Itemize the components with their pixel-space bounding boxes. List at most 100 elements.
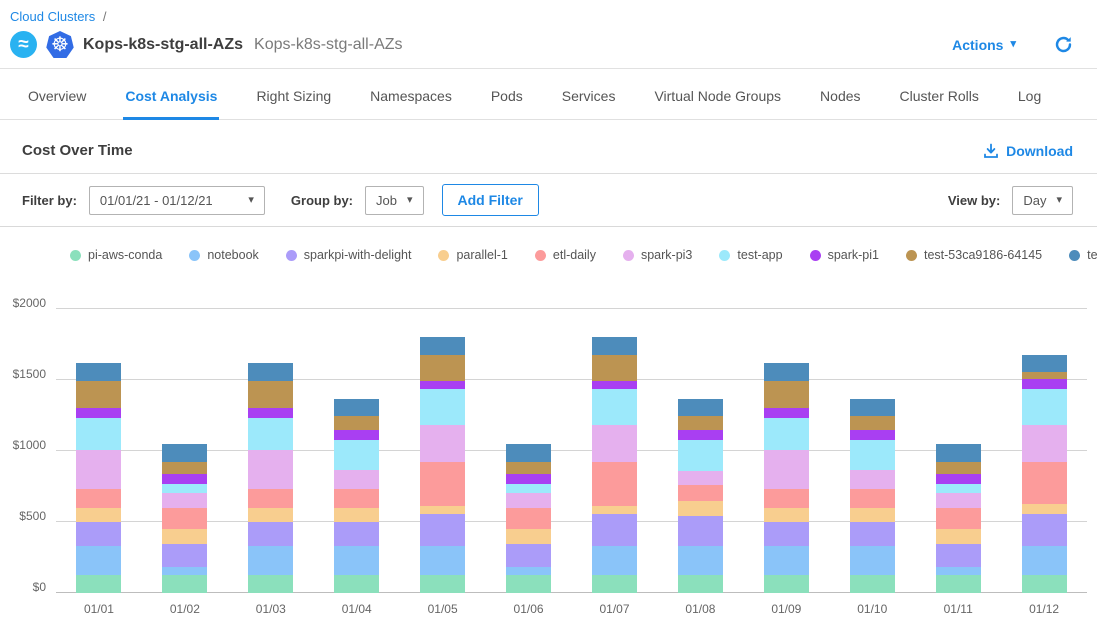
bar-segment-sparkpi-with-delight[interactable] [764, 522, 809, 546]
bar-segment-test-pkix[interactable] [334, 399, 379, 417]
bar-segment-test-app[interactable] [420, 389, 465, 425]
bar-segment-spark-pi3[interactable] [1022, 425, 1067, 462]
legend-item-spark-pi1[interactable]: spark-pi1 [810, 248, 879, 262]
bar-segment-test-53ca9186-64145[interactable] [248, 381, 293, 409]
bar-segment-test-53ca9186-64145[interactable] [850, 416, 895, 429]
bar-segment-test-53ca9186-64145[interactable] [936, 462, 981, 474]
tab-virtual-node-groups[interactable]: Virtual Node Groups [652, 69, 783, 120]
bar-segment-notebook[interactable] [162, 567, 207, 574]
tab-cluster-rolls[interactable]: Cluster Rolls [898, 69, 981, 120]
bar-segment-spark-pi1[interactable] [334, 430, 379, 440]
bar-segment-pi-aws-conda[interactable] [850, 575, 895, 593]
bar-segment-etl-daily[interactable] [1022, 462, 1067, 505]
bar-segment-spark-pi3[interactable] [678, 471, 723, 485]
bar-segment-spark-pi1[interactable] [850, 430, 895, 440]
bar-segment-test-app[interactable] [678, 440, 723, 471]
bar-segment-spark-pi1[interactable] [420, 381, 465, 388]
bar-segment-test-app[interactable] [334, 440, 379, 471]
bar-segment-sparkpi-with-delight[interactable] [76, 522, 121, 546]
bar-segment-spark-pi1[interactable] [1022, 379, 1067, 388]
bar-segment-test-53ca9186-64145[interactable] [592, 355, 637, 382]
bar-segment-pi-aws-conda[interactable] [76, 575, 121, 593]
bar-segment-spark-pi1[interactable] [936, 474, 981, 484]
group-by-select[interactable]: Job ▾ [365, 186, 424, 215]
bar-segment-test-53ca9186-64145[interactable] [334, 416, 379, 429]
bar-segment-test-pkix[interactable] [936, 444, 981, 462]
bar-segment-pi-aws-conda[interactable] [936, 575, 981, 593]
bar-segment-parallel-1[interactable] [1022, 504, 1067, 513]
bar-segment-parallel-1[interactable] [678, 501, 723, 516]
bar-segment-sparkpi-with-delight[interactable] [678, 516, 723, 547]
bar-segment-etl-daily[interactable] [936, 508, 981, 529]
bar-segment-spark-pi3[interactable] [334, 470, 379, 488]
bar-segment-parallel-1[interactable] [76, 508, 121, 522]
legend-item-sparkpi-with-delight[interactable]: sparkpi-with-delight [286, 248, 412, 262]
bar-segment-sparkpi-with-delight[interactable] [506, 544, 551, 567]
tab-pods[interactable]: Pods [489, 69, 525, 120]
download-button[interactable]: Download [983, 143, 1073, 159]
add-filter-button[interactable]: Add Filter [442, 184, 539, 216]
breadcrumb-link-cloud-clusters[interactable]: Cloud Clusters [10, 9, 95, 24]
bar-segment-test-pkix[interactable] [1022, 355, 1067, 372]
bar-segment-test-app[interactable] [162, 484, 207, 493]
tab-namespaces[interactable]: Namespaces [368, 69, 454, 120]
bar-segment-test-app[interactable] [248, 418, 293, 450]
bar-segment-parallel-1[interactable] [162, 529, 207, 544]
bar-segment-test-53ca9186-64145[interactable] [420, 355, 465, 382]
bar-segment-sparkpi-with-delight[interactable] [592, 514, 637, 546]
bar-segment-sparkpi-with-delight[interactable] [936, 544, 981, 567]
bar-segment-notebook[interactable] [592, 546, 637, 574]
bar-segment-test-app[interactable] [936, 484, 981, 493]
bar-segment-test-pkix[interactable] [76, 363, 121, 381]
bar-segment-sparkpi-with-delight[interactable] [162, 544, 207, 567]
legend-item-pi-aws-conda[interactable]: pi-aws-conda [70, 248, 162, 262]
bar-segment-parallel-1[interactable] [506, 529, 551, 544]
bar-segment-etl-daily[interactable] [334, 489, 379, 508]
refresh-icon[interactable] [1054, 35, 1073, 54]
legend-item-test-53ca9186-64145[interactable]: test-53ca9186-64145 [906, 248, 1042, 262]
bar-segment-pi-aws-conda[interactable] [592, 575, 637, 593]
bar-segment-etl-daily[interactable] [76, 489, 121, 508]
tab-overview[interactable]: Overview [26, 69, 88, 120]
bar-segment-etl-daily[interactable] [420, 462, 465, 506]
bar-segment-test-pkix[interactable] [420, 337, 465, 354]
bar-segment-test-pkix[interactable] [162, 444, 207, 462]
bar-segment-notebook[interactable] [248, 546, 293, 575]
bar-segment-test-app[interactable] [76, 418, 121, 450]
bar-segment-test-53ca9186-64145[interactable] [506, 462, 551, 474]
bar-segment-test-pkix[interactable] [850, 399, 895, 417]
bar-segment-test-pkix[interactable] [592, 337, 637, 354]
bar-segment-test-pkix[interactable] [678, 399, 723, 417]
bar-segment-pi-aws-conda[interactable] [506, 575, 551, 593]
bar-segment-notebook[interactable] [850, 546, 895, 574]
view-by-select[interactable]: Day ▾ [1012, 186, 1073, 215]
legend-item-notebook[interactable]: notebook [189, 248, 258, 262]
bar-segment-test-app[interactable] [592, 389, 637, 425]
bar-segment-pi-aws-conda[interactable] [1022, 575, 1067, 593]
bar-segment-notebook[interactable] [420, 546, 465, 574]
bar-segment-test-app[interactable] [850, 440, 895, 471]
bar-segment-notebook[interactable] [506, 567, 551, 574]
tab-cost-analysis[interactable]: Cost Analysis [123, 69, 219, 120]
legend-item-test-pkix[interactable]: test-pkix [1069, 248, 1097, 262]
bar-segment-test-app[interactable] [506, 484, 551, 493]
bar-segment-parallel-1[interactable] [420, 506, 465, 515]
bar-segment-pi-aws-conda[interactable] [420, 575, 465, 593]
bar-segment-test-app[interactable] [764, 418, 809, 450]
bar-segment-spark-pi1[interactable] [592, 381, 637, 388]
bar-segment-spark-pi3[interactable] [764, 450, 809, 488]
bar-segment-pi-aws-conda[interactable] [248, 575, 293, 593]
bar-segment-sparkpi-with-delight[interactable] [334, 522, 379, 546]
legend-item-etl-daily[interactable]: etl-daily [535, 248, 596, 262]
bar-segment-spark-pi3[interactable] [592, 425, 637, 462]
bar-segment-test-53ca9186-64145[interactable] [1022, 372, 1067, 380]
legend-item-parallel-1[interactable]: parallel-1 [438, 248, 507, 262]
bar-segment-etl-daily[interactable] [592, 462, 637, 506]
bar-segment-pi-aws-conda[interactable] [764, 575, 809, 593]
bar-segment-etl-daily[interactable] [850, 489, 895, 508]
bar-segment-test-app[interactable] [1022, 389, 1067, 425]
bar-segment-test-53ca9186-64145[interactable] [678, 416, 723, 429]
bar-segment-parallel-1[interactable] [334, 508, 379, 522]
tab-nodes[interactable]: Nodes [818, 69, 862, 120]
bar-segment-etl-daily[interactable] [162, 508, 207, 529]
